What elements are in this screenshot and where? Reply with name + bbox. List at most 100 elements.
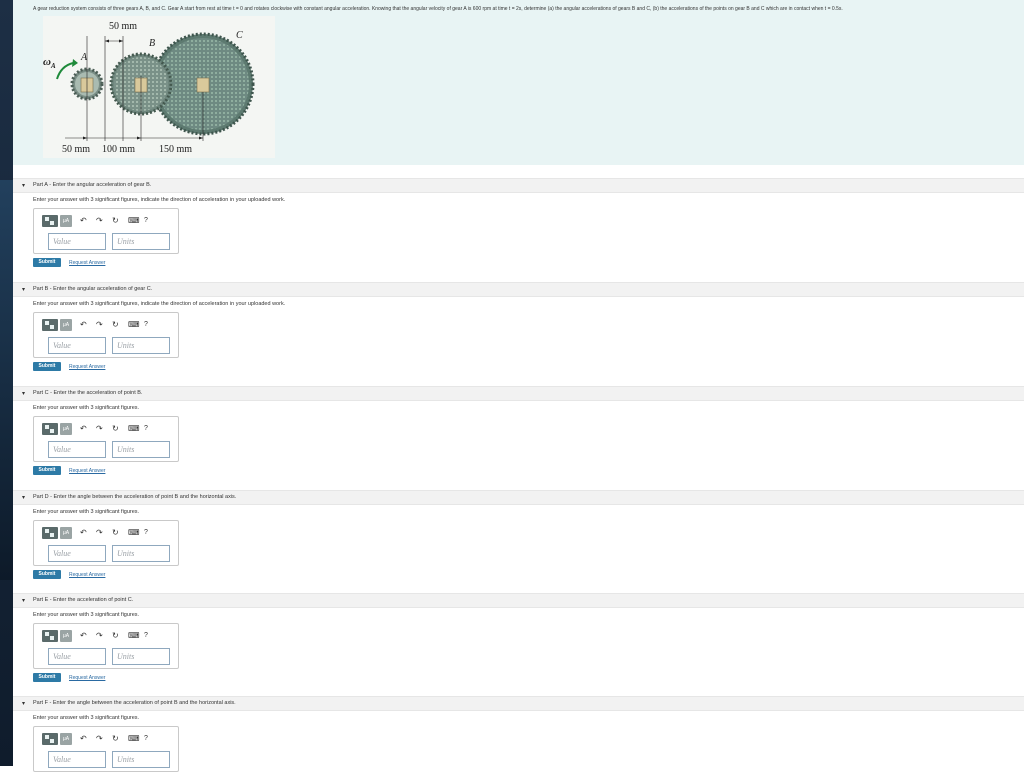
keyboard-icon[interactable]: ⌨ [128,319,140,331]
symbols-icon[interactable]: μA [60,527,72,539]
redo-icon[interactable]: ↷ [96,423,103,435]
reset-icon[interactable]: ↻ [112,319,119,331]
part-d-header[interactable]: ▾ Part D - Enter the angle between the a… [13,490,1024,505]
undo-icon[interactable]: ↶ [80,527,87,539]
request-answer-link[interactable]: Request Answer [69,675,105,681]
undo-icon[interactable]: ↶ [80,319,87,331]
submit-button[interactable]: Submit [33,570,61,579]
part-f: ▾ Part F - Enter the angle between the a… [13,696,1024,772]
keyboard-icon[interactable]: ⌨ [128,215,140,227]
undo-icon[interactable]: ↶ [80,630,87,642]
redo-icon[interactable]: ↷ [96,215,103,227]
answer-box: μA ↶ ↷ ↻ ⌨ ? Value Units [33,726,179,772]
dim-label-bottom-3: 150 mm [159,144,193,155]
request-answer-link[interactable]: Request Answer [69,468,105,474]
keyboard-icon[interactable]: ⌨ [128,733,140,745]
help-icon[interactable]: ? [144,423,148,435]
part-a: ▾ Part A - Enter the angular acceleratio… [13,178,1024,268]
value-input[interactable]: Value [48,545,106,562]
symbols-icon[interactable]: μA [60,319,72,331]
help-icon[interactable]: ? [144,733,148,745]
collapse-caret-icon[interactable]: ▾ [22,700,25,707]
gear-b-label: B [149,38,156,49]
answer-box: μA ↶ ↷ ↻ ⌨ ? Value Units [33,623,179,669]
submit-button[interactable]: Submit [33,258,61,267]
keyboard-icon[interactable]: ⌨ [128,527,140,539]
part-e-title: Part E - Enter the acceleration of point… [33,597,134,603]
request-answer-link[interactable]: Request Answer [69,364,105,370]
templates-icon[interactable] [42,423,58,435]
symbols-icon[interactable]: μA [60,215,72,227]
units-input[interactable]: Units [112,648,170,665]
dim-label-bottom-2: 100 mm [102,144,136,155]
part-c-header[interactable]: ▾ Part C - Enter the the acceleration of… [13,386,1024,401]
gear-figure: 50 mm B C A ωA 50 mm 100 mm 150 mm [43,16,275,158]
part-f-header[interactable]: ▾ Part F - Enter the angle between the a… [13,696,1024,711]
part-e-header[interactable]: ▾ Part E - Enter the acceleration of poi… [13,593,1024,608]
templates-icon[interactable] [42,215,58,227]
sidebar-shade [0,180,13,580]
collapse-caret-icon[interactable]: ▾ [22,494,25,501]
left-sidebar-strip [0,0,13,766]
part-b-instructions: Enter your answer with 3 significant fig… [33,301,286,307]
symbols-icon[interactable]: μA [60,733,72,745]
units-input[interactable]: Units [112,545,170,562]
keyboard-icon[interactable]: ⌨ [128,423,140,435]
collapse-caret-icon[interactable]: ▾ [22,182,25,189]
units-input[interactable]: Units [112,441,170,458]
collapse-caret-icon[interactable]: ▾ [22,390,25,397]
submit-button[interactable]: Submit [33,673,61,682]
request-answer-link[interactable]: Request Answer [69,572,105,578]
help-icon[interactable]: ? [144,215,148,227]
help-icon[interactable]: ? [144,319,148,331]
templates-icon[interactable] [42,630,58,642]
keyboard-icon[interactable]: ⌨ [128,630,140,642]
part-f-title: Part F - Enter the angle between the acc… [33,700,236,706]
units-input[interactable]: Units [112,751,170,768]
reset-icon[interactable]: ↻ [112,527,119,539]
value-input[interactable]: Value [48,233,106,250]
answer-box: μA ↶ ↷ ↻ ⌨ ? Value Units [33,312,179,358]
units-input[interactable]: Units [112,233,170,250]
dim-label-bottom-1: 50 mm [62,144,91,155]
templates-icon[interactable] [42,527,58,539]
help-icon[interactable]: ? [144,630,148,642]
redo-icon[interactable]: ↷ [96,527,103,539]
problem-statement-panel: A gear reduction system consists of thre… [13,0,1024,165]
answer-box: μA ↶ ↷ ↻ ⌨ ? Value Units [33,416,179,462]
redo-icon[interactable]: ↷ [96,733,103,745]
symbols-icon[interactable]: μA [60,630,72,642]
templates-icon[interactable] [42,733,58,745]
redo-icon[interactable]: ↷ [96,319,103,331]
submit-button[interactable]: Submit [33,362,61,371]
part-c-instructions: Enter your answer with 3 significant fig… [33,405,140,411]
value-input[interactable]: Value [48,441,106,458]
omega-label: ωA [43,56,56,71]
part-d-title: Part D - Enter the angle between the acc… [33,494,237,500]
undo-icon[interactable]: ↶ [80,215,87,227]
undo-icon[interactable]: ↶ [80,423,87,435]
part-e: ▾ Part E - Enter the acceleration of poi… [13,593,1024,683]
value-input[interactable]: Value [48,337,106,354]
reset-icon[interactable]: ↻ [112,630,119,642]
part-a-header[interactable]: ▾ Part A - Enter the angular acceleratio… [13,178,1024,193]
part-c-title: Part C - Enter the the acceleration of p… [33,390,143,396]
redo-icon[interactable]: ↷ [96,630,103,642]
part-f-instructions: Enter your answer with 3 significant fig… [33,715,140,721]
reset-icon[interactable]: ↻ [112,733,119,745]
collapse-caret-icon[interactable]: ▾ [22,286,25,293]
request-answer-link[interactable]: Request Answer [69,260,105,266]
part-b-header[interactable]: ▾ Part B - Enter the angular acceleratio… [13,282,1024,297]
help-icon[interactable]: ? [144,527,148,539]
reset-icon[interactable]: ↻ [112,215,119,227]
value-input[interactable]: Value [48,751,106,768]
gear-c-label: C [236,30,243,41]
reset-icon[interactable]: ↻ [112,423,119,435]
units-input[interactable]: Units [112,337,170,354]
collapse-caret-icon[interactable]: ▾ [22,597,25,604]
submit-button[interactable]: Submit [33,466,61,475]
undo-icon[interactable]: ↶ [80,733,87,745]
symbols-icon[interactable]: μA [60,423,72,435]
templates-icon[interactable] [42,319,58,331]
value-input[interactable]: Value [48,648,106,665]
